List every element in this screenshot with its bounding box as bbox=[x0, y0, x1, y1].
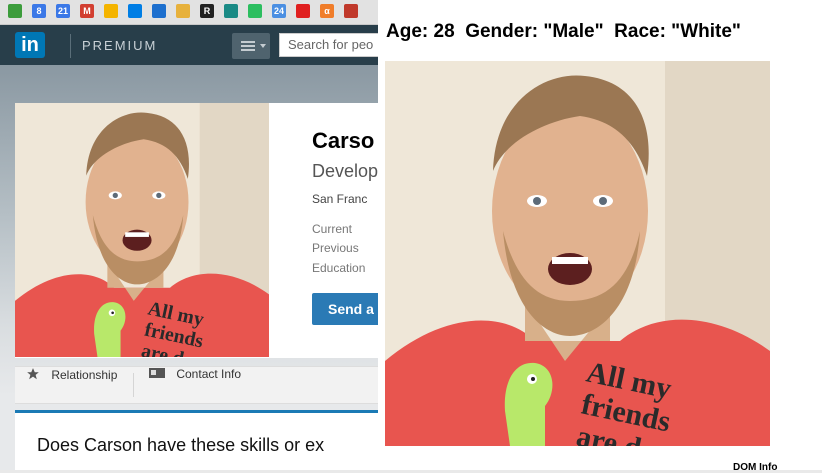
linkedin-logo[interactable]: in bbox=[15, 32, 45, 58]
r-bookmark-icon[interactable]: R bbox=[200, 4, 214, 18]
age-label: Age: 28 bbox=[386, 21, 455, 42]
red-square-bookmark-icon[interactable] bbox=[296, 4, 310, 18]
contact-card-icon bbox=[149, 368, 165, 378]
profile-photo[interactable]: All my friends are dead bbox=[15, 103, 269, 357]
enlarged-photo: All my friends are dead bbox=[385, 61, 770, 446]
bookmarks-bar: 8 21 M R 24 α bbox=[0, 0, 380, 25]
meta-current: Current bbox=[312, 222, 353, 236]
skills-question: Does Carson have these skills or ex bbox=[37, 435, 325, 455]
header-divider bbox=[70, 34, 71, 58]
linkedin-header: in PREMIUM Search for peo bbox=[0, 25, 389, 65]
calendar-blue-bookmark-icon[interactable]: 24 bbox=[272, 4, 286, 18]
relationship-tab[interactable]: Relationship bbox=[26, 367, 117, 403]
circle-bookmark-icon[interactable] bbox=[344, 4, 358, 18]
action-bar-divider bbox=[133, 373, 134, 397]
meta-education: Education bbox=[312, 261, 366, 275]
dropbox-bookmark-icon[interactable] bbox=[128, 4, 142, 18]
green-arrow-bookmark-icon[interactable] bbox=[8, 4, 22, 18]
prediction-info: Age: 28 Gender: "Male" Race: "White" bbox=[386, 21, 741, 43]
dom-info-label: DOM Info bbox=[733, 462, 778, 473]
gender-label: Gender: "Male" bbox=[465, 21, 604, 42]
profile-name: Carso bbox=[312, 128, 375, 153]
race-label: Race: "White" bbox=[614, 21, 741, 42]
cloud-bookmark-icon[interactable] bbox=[152, 4, 166, 18]
chevron-down-icon bbox=[260, 44, 266, 48]
contact-info-tab[interactable]: Contact Info bbox=[149, 367, 241, 403]
profile-photo-image: All my friends are dead bbox=[15, 103, 269, 357]
meta-previous: Previous bbox=[312, 241, 359, 255]
send-message-button[interactable]: Send a bbox=[312, 293, 382, 325]
evernote-bookmark-icon[interactable] bbox=[248, 4, 262, 18]
premium-label[interactable]: PREMIUM bbox=[82, 38, 157, 53]
calendar-bookmark-icon[interactable]: 21 bbox=[56, 4, 70, 18]
alpha-bookmark-icon[interactable]: α bbox=[320, 4, 334, 18]
search-input[interactable]: Search for peo bbox=[279, 33, 389, 57]
teal-bookmark-icon[interactable] bbox=[224, 4, 238, 18]
gmail-bookmark-icon[interactable]: M bbox=[80, 4, 94, 18]
google-plus-bookmark-icon[interactable]: 8 bbox=[32, 4, 46, 18]
profile-action-bar: Relationship Contact Info bbox=[15, 366, 380, 404]
star-icon bbox=[27, 368, 39, 380]
skills-panel: Does Carson have these skills or ex bbox=[15, 410, 380, 470]
enlarged-photo-image: All my friends are dead bbox=[385, 61, 770, 446]
profile-headline: Develop bbox=[312, 161, 379, 181]
extension-bookmark-icon[interactable] bbox=[176, 4, 190, 18]
drive-bookmark-icon[interactable] bbox=[104, 4, 118, 18]
contact-info-label: Contact Info bbox=[176, 367, 242, 381]
relationship-label: Relationship bbox=[51, 368, 118, 382]
profile-location: San Franc bbox=[312, 192, 368, 206]
menu-icon[interactable] bbox=[232, 33, 270, 59]
